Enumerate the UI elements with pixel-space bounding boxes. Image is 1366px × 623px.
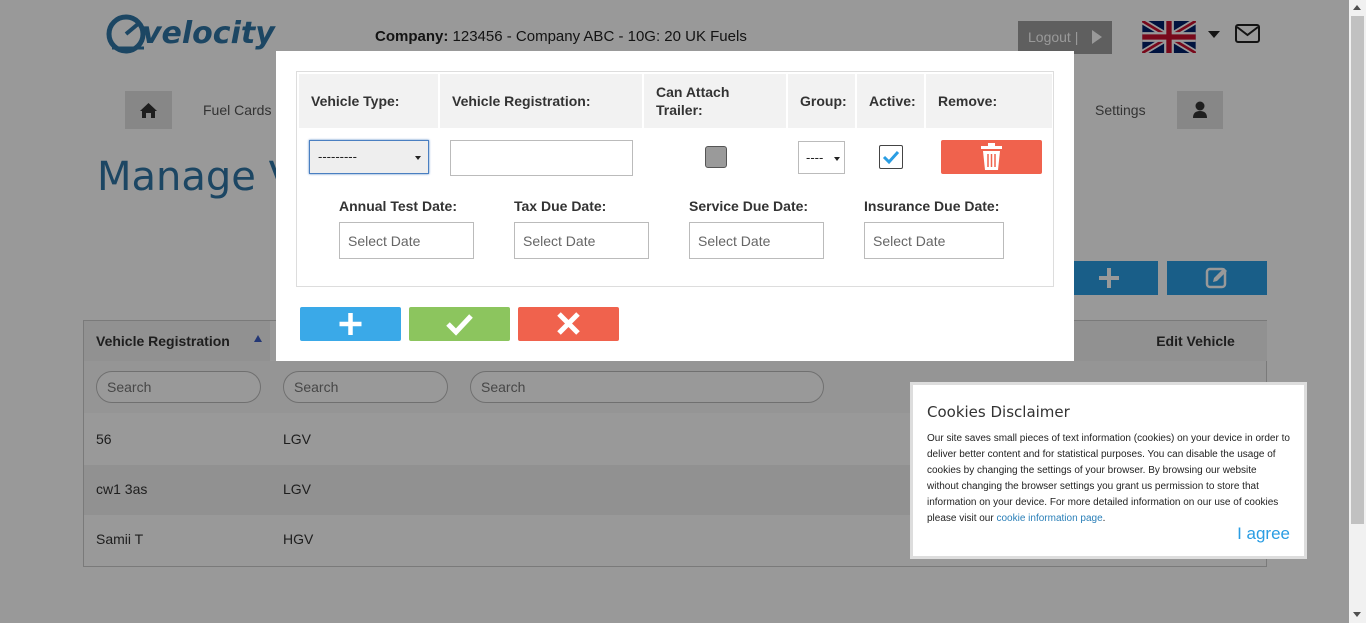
annual-test-date-input[interactable]: Select Date: [339, 222, 474, 259]
header-group: Group:: [788, 74, 855, 128]
checkmark-icon: [882, 150, 900, 165]
page-scrollbar[interactable]: [1349, 0, 1366, 623]
cookies-body: Our site saves small pieces of text info…: [927, 431, 1290, 527]
chevron-down-icon: [415, 156, 421, 160]
header-active: Active:: [857, 74, 924, 128]
vehicle-registration-input[interactable]: [450, 140, 633, 176]
header-remove: Remove:: [926, 74, 1052, 128]
vehicle-form: Vehicle Type: Vehicle Registration: Can …: [296, 71, 1054, 287]
annual-test-date-label: Annual Test Date:: [339, 198, 457, 214]
add-row-button[interactable]: [300, 307, 401, 341]
header-can-attach-trailer-label: Can Attach Trailer:: [656, 83, 729, 119]
add-vehicle-modal: Vehicle Type: Vehicle Registration: Can …: [276, 51, 1074, 361]
annual-test-date-placeholder: Select Date: [348, 233, 421, 249]
vehicle-type-select[interactable]: ---------: [309, 140, 429, 174]
insurance-due-date-placeholder: Select Date: [873, 233, 946, 249]
service-due-date-label: Service Due Date:: [689, 198, 809, 214]
group-select[interactable]: ----: [798, 141, 845, 174]
header-vehicle-registration-modal-label: Vehicle Registration:: [452, 93, 591, 109]
service-due-date-placeholder: Select Date: [698, 233, 771, 249]
save-button[interactable]: [409, 307, 510, 341]
header-group-label: Group:: [800, 93, 847, 109]
active-checkbox[interactable]: [879, 145, 903, 169]
chevron-down-icon: [834, 157, 840, 161]
trash-icon: [981, 143, 1002, 170]
cookies-disclaimer: Cookies Disclaimer Our site saves small …: [910, 382, 1307, 559]
tax-due-date-input[interactable]: Select Date: [514, 222, 649, 259]
remove-button[interactable]: [941, 140, 1042, 174]
header-can-attach-line2: Trailer:: [656, 102, 703, 118]
cookie-information-link[interactable]: cookie information page: [996, 513, 1102, 524]
header-can-attach-trailer: Can Attach Trailer:: [644, 74, 786, 128]
cookies-body-text: Our site saves small pieces of text info…: [927, 433, 1290, 524]
insurance-due-date-input[interactable]: Select Date: [864, 222, 1004, 259]
close-icon: [557, 312, 580, 335]
header-vehicle-registration-modal: Vehicle Registration:: [440, 74, 642, 128]
agree-button[interactable]: I agree: [1237, 524, 1290, 544]
checkmark-icon: [446, 314, 473, 336]
header-vehicle-type: Vehicle Type:: [299, 74, 438, 128]
cookies-body-suffix: .: [1102, 513, 1106, 524]
scroll-down-arrow-icon[interactable]: [1353, 612, 1361, 617]
group-value: ----: [806, 150, 824, 165]
insurance-due-date-label: Insurance Due Date:: [864, 198, 1000, 214]
can-attach-trailer-checkbox[interactable]: [705, 146, 727, 168]
cancel-button[interactable]: [518, 307, 619, 341]
header-can-attach-line1: Can Attach: [656, 84, 730, 100]
plus-icon: [339, 313, 362, 335]
header-active-label: Active:: [869, 93, 916, 109]
service-due-date-input[interactable]: Select Date: [689, 222, 824, 259]
tax-due-date-placeholder: Select Date: [523, 233, 596, 249]
scroll-thumb[interactable]: [1351, 16, 1364, 524]
header-remove-label: Remove:: [938, 93, 998, 109]
scroll-up-arrow-icon[interactable]: [1353, 5, 1361, 10]
tax-due-date-label: Tax Due Date:: [514, 198, 607, 214]
header-vehicle-type-label: Vehicle Type:: [311, 93, 400, 109]
cookies-title: Cookies Disclaimer: [927, 403, 1070, 421]
vehicle-type-value: ---------: [318, 149, 357, 164]
